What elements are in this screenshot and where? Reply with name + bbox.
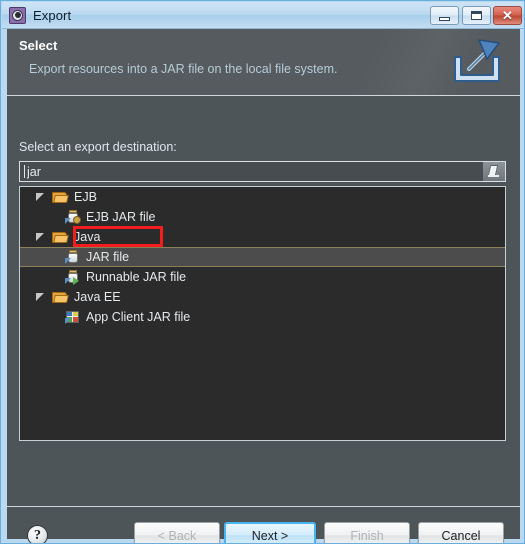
tree-item-label: Java EE xyxy=(74,290,121,304)
tree-item-label: App Client JAR file xyxy=(86,310,191,324)
open-folder-icon xyxy=(52,291,69,304)
ejb-jar-file-icon xyxy=(65,209,81,225)
app-client-jar-icon xyxy=(65,309,81,325)
tree-item-label: EJB xyxy=(74,190,97,204)
destination-label: Select an export destination: xyxy=(19,140,177,154)
minimize-button[interactable] xyxy=(430,6,459,25)
tree-item-label: EJB JAR file xyxy=(86,210,156,224)
maximize-icon xyxy=(471,11,482,20)
open-folder-icon xyxy=(52,231,69,244)
export-dialog-window: Export ✕ Select Export resources into a … xyxy=(0,0,525,544)
maximize-button[interactable] xyxy=(462,6,491,25)
tree-row-runnable-jar-file[interactable]: Runnable JAR file xyxy=(20,267,505,287)
tree-row-java[interactable]: Java xyxy=(20,227,505,247)
page-description: Export resources into a JAR file on the … xyxy=(29,62,338,76)
dialog-content: Select an export destination: EJB xyxy=(7,96,520,506)
minimize-icon xyxy=(439,16,450,21)
wizard-header: Select Export resources into a JAR file … xyxy=(7,29,520,95)
jar-file-icon xyxy=(65,249,81,265)
eraser-icon[interactable] xyxy=(483,162,505,181)
chevron-expanded-icon[interactable] xyxy=(36,232,45,242)
dialog-footer: ? < Back Next > Finish Cancel xyxy=(7,507,520,543)
export-wizard-gear-icon xyxy=(9,6,26,24)
tree-row-ejb[interactable]: EJB xyxy=(20,187,505,207)
tree-row-ejb-jar-file[interactable]: EJB JAR file xyxy=(20,207,505,227)
filter-input[interactable] xyxy=(25,163,483,180)
next-button[interactable]: Next > xyxy=(224,522,316,543)
finish-button[interactable]: Finish xyxy=(324,522,410,543)
export-destination-tree[interactable]: EJB EJB JAR file Java JAR file Runnable … xyxy=(19,186,506,441)
dialog-body: Select Export resources into a JAR file … xyxy=(7,29,520,543)
tree-row-app-client-jar-file[interactable]: App Client JAR file xyxy=(20,307,505,327)
export-arrow-icon xyxy=(454,39,500,82)
cancel-button[interactable]: Cancel xyxy=(418,522,504,543)
back-button[interactable]: < Back xyxy=(134,522,220,543)
chevron-expanded-icon[interactable] xyxy=(36,192,45,202)
help-button[interactable]: ? xyxy=(27,525,48,543)
tree-row-java-ee[interactable]: Java EE xyxy=(20,287,505,307)
tree-row-jar-file[interactable]: JAR file xyxy=(20,247,505,267)
close-icon: ✕ xyxy=(502,8,513,23)
tree-item-label: Java xyxy=(74,230,101,244)
open-folder-icon xyxy=(52,191,69,204)
filter-field-wrapper[interactable] xyxy=(19,161,506,182)
runnable-jar-icon xyxy=(65,269,81,285)
chevron-expanded-icon[interactable] xyxy=(36,292,45,302)
close-button[interactable]: ✕ xyxy=(493,6,522,25)
page-title: Select xyxy=(19,38,58,53)
title-bar[interactable]: Export ✕ xyxy=(2,2,524,29)
window-title: Export xyxy=(33,7,72,23)
tree-item-label: JAR file xyxy=(86,250,130,264)
tree-item-label: Runnable JAR file xyxy=(86,270,187,284)
